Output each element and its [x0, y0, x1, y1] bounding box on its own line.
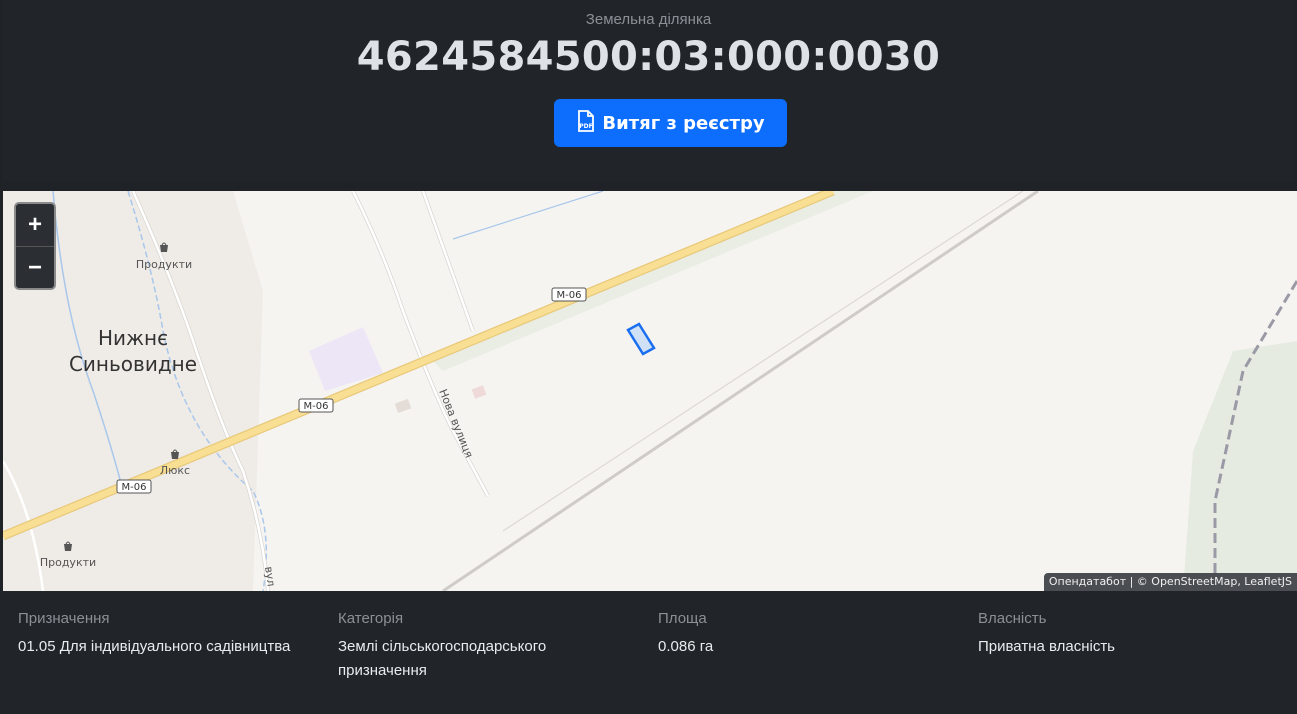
category-label: Категорія — [338, 610, 404, 627]
road-shield-m06: М-06 — [116, 479, 152, 494]
road-shield-m06: М-06 — [298, 398, 334, 413]
land-parcel[interactable] — [626, 322, 656, 356]
shop-label: Люкс — [160, 464, 190, 477]
parcel-header: Земельна ділянка 4624584500:03:000:0030 … — [3, 0, 1294, 182]
purpose-label: Призначення — [18, 610, 110, 627]
street-label: вул — [262, 566, 278, 588]
category-block: Категорія Землі сільськогосподарського п… — [338, 610, 588, 683]
svg-text:PDF: PDF — [580, 123, 593, 130]
ownership-label: Власність — [978, 610, 1047, 627]
street-label: Нова вулиця — [436, 387, 475, 460]
railway — [502, 191, 1024, 532]
map-canvas: М-06 М-06 М-06 Нижнє Синьовидне Продукти… — [3, 191, 1297, 591]
shop-label: Продукти — [40, 556, 96, 569]
map-view[interactable]: М-06 М-06 М-06 Нижнє Синьовидне Продукти… — [3, 191, 1297, 591]
area-label: Площа — [658, 610, 707, 627]
shop-label: Продукти — [136, 258, 192, 271]
stream — [452, 191, 604, 240]
building — [394, 398, 412, 414]
building — [471, 385, 487, 399]
map-attribution: Опендатабот | © OpenStreetMap, LeafletJS — [1043, 573, 1297, 591]
parcel-details: Призначення 01.05 Для індивідуального са… — [0, 591, 1297, 714]
village-label-line2: Синьовидне — [69, 352, 197, 376]
zoom-out-button[interactable]: − — [16, 247, 54, 288]
area-value: 0.086 га — [658, 638, 714, 655]
svg-text:М-06: М-06 — [557, 290, 582, 301]
svg-text:М-06: М-06 — [304, 401, 329, 412]
ownership-value: Приватна власність — [978, 638, 1115, 655]
registry-extract-label: Витяг з реєстру — [602, 112, 765, 134]
ownership-block: Власність Приватна власність — [978, 610, 1278, 659]
purpose-value: 01.05 Для індивідуального садівництва — [18, 638, 291, 655]
svg-text:М-06: М-06 — [122, 482, 147, 493]
railway — [442, 191, 1039, 591]
zoom-in-button[interactable]: + — [16, 204, 54, 247]
zoom-control: + − — [14, 202, 56, 290]
road-shield-m06: М-06 — [551, 287, 587, 302]
cadastral-number: 4624584500:03:000:0030 — [356, 34, 941, 80]
purpose-block: Призначення 01.05 Для індивідуального са… — [18, 610, 318, 659]
field-stripe — [433, 191, 873, 371]
pdf-file-icon: PDF — [576, 109, 596, 137]
category-value: Землі сільськогосподарського призначення — [338, 638, 547, 679]
area-block: Площа 0.086 га — [658, 610, 958, 659]
local-road — [421, 191, 475, 332]
registry-extract-button[interactable]: PDF Витяг з реєстру — [554, 99, 787, 147]
village-label-line1: Нижнє — [98, 326, 168, 350]
page-subtitle: Земельна ділянка — [585, 11, 712, 28]
